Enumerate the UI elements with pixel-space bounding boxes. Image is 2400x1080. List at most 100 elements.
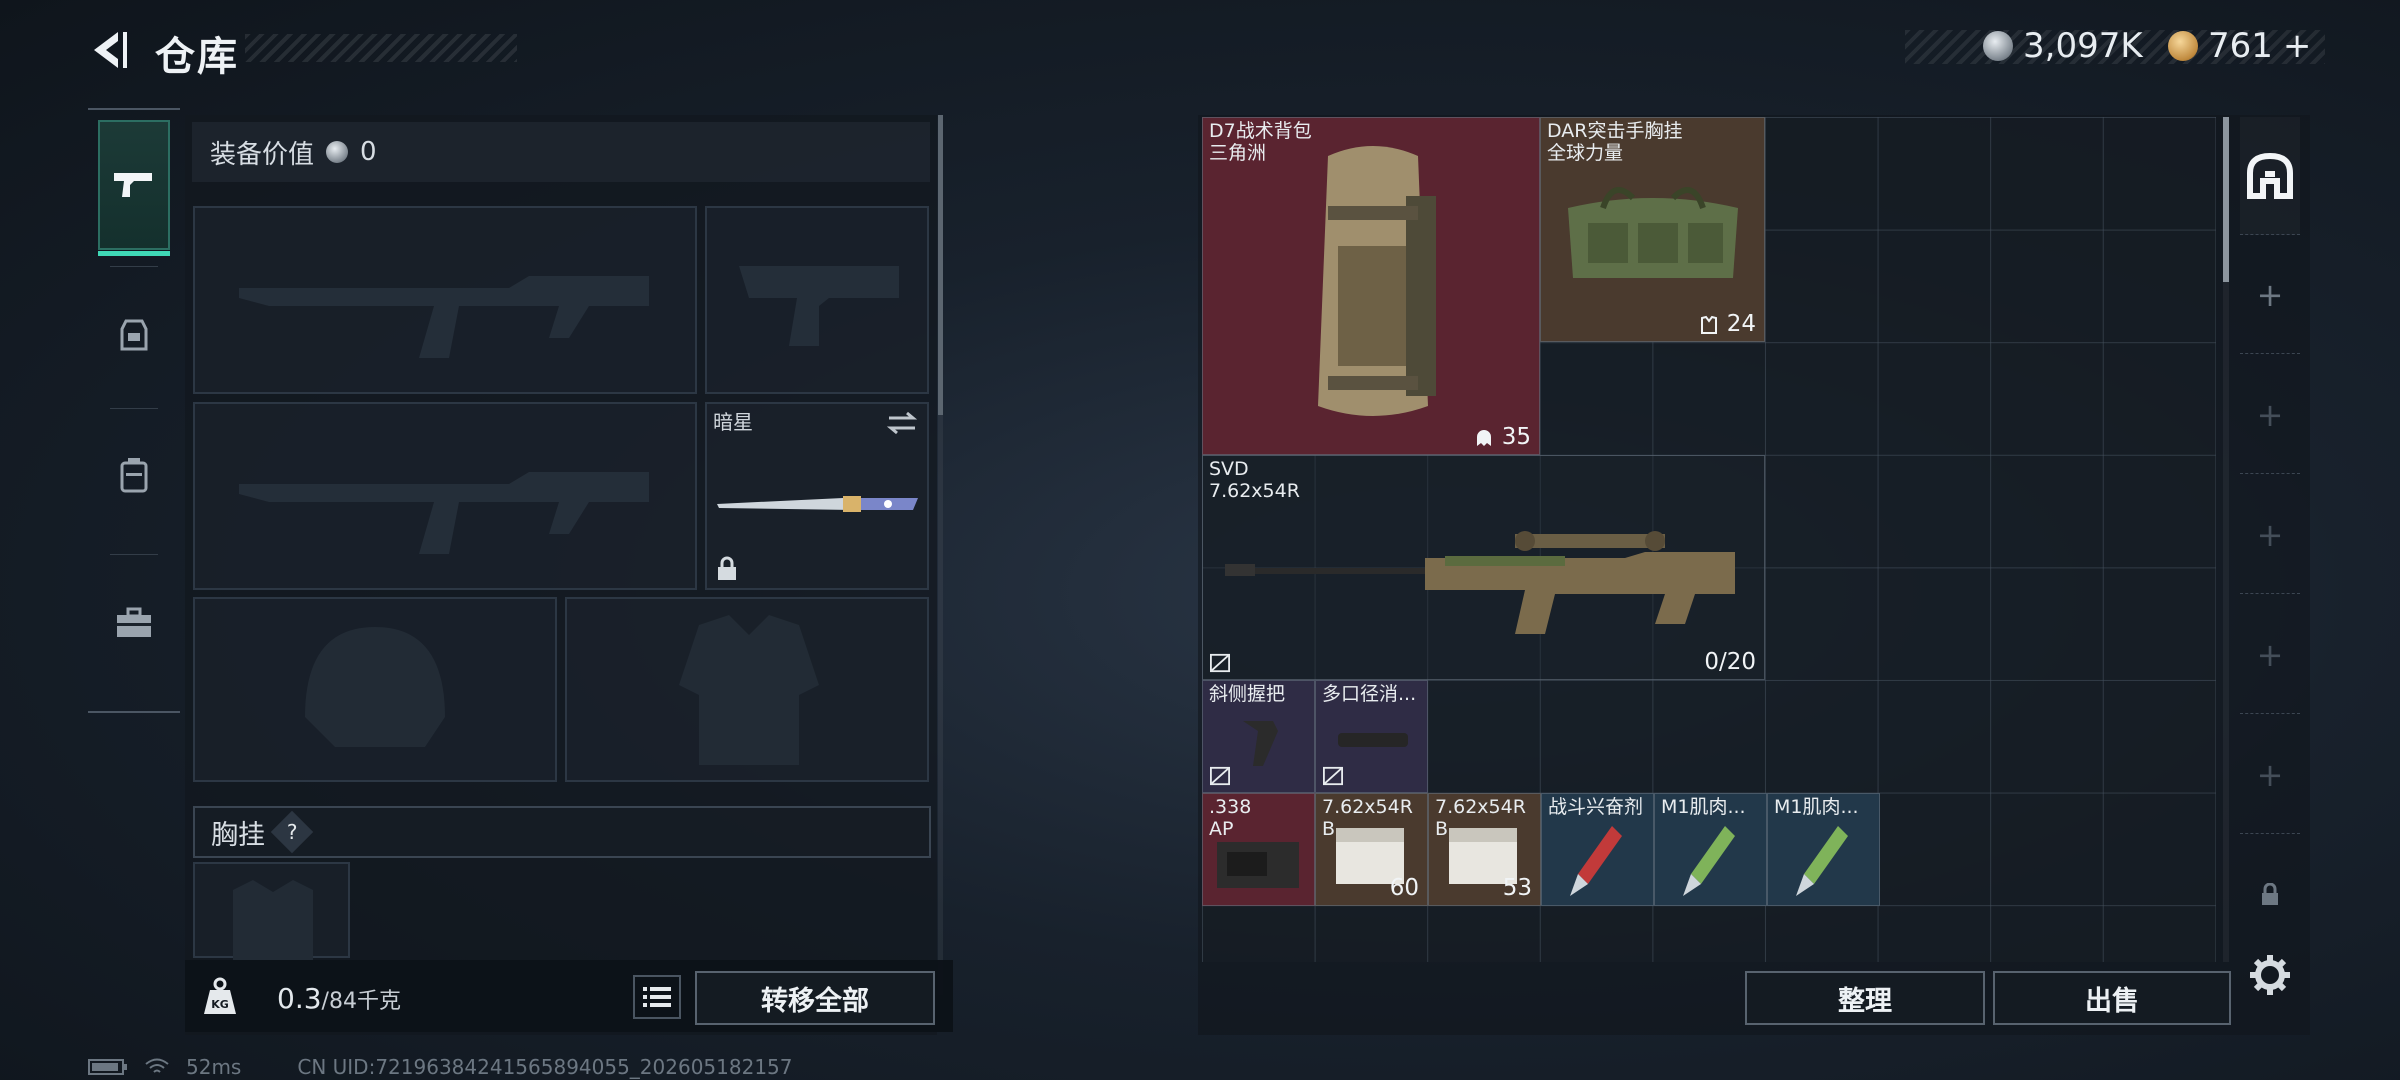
item-count: 53 bbox=[1502, 875, 1532, 901]
stash-grid[interactable]: D7战术背包 三角洲 35 DAR突击手胸挂 全球力量 24 SVD 7.62x… bbox=[1202, 117, 2216, 962]
secondary-rifle-slot[interactable] bbox=[193, 402, 697, 590]
pistol-silhouette-icon bbox=[739, 266, 899, 346]
vest-icon bbox=[1701, 315, 1718, 334]
ping-value: 52ms bbox=[186, 1055, 242, 1079]
category-armor[interactable] bbox=[98, 270, 170, 400]
syringe-green-item-icon bbox=[1796, 826, 1848, 896]
armor-bag-icon bbox=[120, 319, 148, 351]
vest-silhouette-icon bbox=[679, 615, 819, 765]
melee-label: 暗星 bbox=[713, 410, 753, 434]
stash-item-ammo-762-a[interactable]: 7.62x54R B 60 bbox=[1315, 793, 1428, 906]
item-count: 24 bbox=[1699, 311, 1756, 337]
stash-tab-add-1[interactable]: + bbox=[2240, 236, 2300, 354]
melee-slot[interactable]: 暗星 bbox=[705, 402, 929, 590]
unbound-icon bbox=[1210, 653, 1230, 673]
armor-slot[interactable] bbox=[565, 597, 929, 782]
item-ammo-count: 0/20 bbox=[1704, 649, 1756, 675]
currency-gold[interactable]: 761 + bbox=[2168, 26, 2311, 66]
backpack-item-icon bbox=[1318, 146, 1436, 416]
syringe-green-item-icon bbox=[1683, 826, 1735, 896]
equipment-value-bar: 装备价值 0 bbox=[192, 122, 930, 182]
lock-icon bbox=[718, 556, 736, 580]
wifi-icon bbox=[145, 1058, 169, 1073]
ghost-icon bbox=[1477, 429, 1492, 446]
swap-icon[interactable] bbox=[885, 410, 919, 436]
stash-home-icon bbox=[2247, 152, 2293, 199]
svg-text:KG: KG bbox=[211, 998, 229, 1011]
primary-weapon-slot[interactable] bbox=[193, 206, 697, 394]
stash-item-m1-a[interactable]: M1肌肉... bbox=[1654, 793, 1767, 906]
ammo-box-item-icon bbox=[1217, 842, 1299, 888]
grip-item-icon bbox=[1243, 721, 1278, 766]
category-sidebar bbox=[88, 108, 180, 713]
status-bar: 52ms CN UID:72196384241565894055_2026051… bbox=[88, 1055, 793, 1079]
stash-item-m1-b[interactable]: M1肌肉... bbox=[1767, 793, 1880, 906]
stash-item-ammo-338[interactable]: .338 AP bbox=[1202, 793, 1315, 906]
weight-max: /84千克 bbox=[321, 989, 401, 1014]
backpack-icon bbox=[120, 458, 148, 493]
unbound-icon bbox=[1323, 766, 1343, 786]
unbound-icon bbox=[1210, 766, 1230, 786]
title-decoration bbox=[245, 34, 517, 62]
equipment-value-label: 装备价值 bbox=[210, 139, 315, 170]
toolbox-icon bbox=[117, 607, 151, 637]
gold-coin-icon bbox=[2168, 31, 2198, 61]
stash-item-suppressor[interactable]: 多口径消... bbox=[1315, 680, 1428, 793]
stash-tab-add-2[interactable]: + bbox=[2240, 356, 2300, 474]
stash-item-dar-rig[interactable]: DAR突击手胸挂 全球力量 24 bbox=[1540, 117, 1765, 342]
page-title: 仓库 bbox=[155, 34, 239, 80]
item-name: M1肌肉... bbox=[1774, 796, 1859, 818]
item-count: 35 bbox=[1474, 424, 1531, 450]
syringe-red-item-icon bbox=[1570, 826, 1622, 896]
stash-item-grip[interactable]: 斜侧握把 bbox=[1202, 680, 1315, 793]
stash-item-stim[interactable]: 战斗兴奋剂 bbox=[1541, 793, 1654, 906]
chest-rig-item-icon bbox=[1568, 187, 1738, 278]
currency-silver-value: 3,097K bbox=[2023, 26, 2143, 66]
back-arrow-icon bbox=[94, 32, 127, 68]
weight-current: 0.3 bbox=[277, 982, 322, 1015]
equipment-scrollbar-thumb[interactable] bbox=[938, 115, 943, 415]
back-button[interactable] bbox=[88, 28, 132, 72]
rifle-silhouette-icon bbox=[239, 276, 649, 358]
rifle-item-icon bbox=[1225, 531, 1735, 634]
chest-rig-slot[interactable] bbox=[193, 862, 350, 960]
list-view-button[interactable] bbox=[633, 975, 681, 1019]
sort-button[interactable]: 整理 bbox=[1745, 971, 1985, 1025]
weight-kg-icon: KG bbox=[200, 976, 240, 1016]
helmet-slot[interactable] bbox=[193, 597, 557, 782]
chest-rig-label: 胸挂 bbox=[211, 819, 265, 851]
stash-tab-main[interactable] bbox=[2240, 117, 2300, 235]
sell-button[interactable]: 出售 bbox=[1993, 971, 2231, 1025]
category-toolbox[interactable] bbox=[98, 558, 170, 688]
suppressor-item-icon bbox=[1338, 733, 1408, 747]
category-weapons[interactable] bbox=[98, 120, 170, 256]
stash-tab-add-5[interactable]: + bbox=[2240, 716, 2300, 834]
add-icon: + bbox=[2256, 515, 2284, 554]
add-icon: + bbox=[2256, 755, 2284, 794]
secondary-weapon-slot[interactable] bbox=[705, 206, 929, 394]
helmet-silhouette-icon bbox=[305, 627, 445, 747]
pistol-icon bbox=[114, 173, 152, 197]
transfer-all-button[interactable]: 转移全部 bbox=[695, 971, 935, 1025]
user-uid: CN UID:72196384241565894055_202605182157 bbox=[297, 1055, 793, 1079]
stash-item-ammo-762-b[interactable]: 7.62x54R B 53 bbox=[1428, 793, 1541, 906]
item-name: D7战术背包 三角洲 bbox=[1209, 120, 1312, 164]
stash-tab-locked[interactable] bbox=[2240, 836, 2300, 954]
knife-icon bbox=[717, 496, 918, 512]
gear-icon bbox=[2250, 955, 2290, 995]
lock-icon bbox=[2262, 883, 2278, 905]
help-icon[interactable]: ? bbox=[270, 810, 314, 854]
settings-button[interactable] bbox=[2248, 953, 2292, 997]
stash-scrollbar-thumb[interactable] bbox=[2223, 117, 2229, 282]
currency-silver: 3,097K bbox=[1983, 26, 2143, 66]
silver-coin-icon bbox=[1983, 31, 2013, 61]
list-icon bbox=[643, 987, 671, 1007]
stash-tab-add-3[interactable]: + bbox=[2240, 476, 2300, 594]
stash-item-svd[interactable]: SVD 7.62x54R 0/20 bbox=[1202, 455, 1765, 680]
stash-item-d7-backpack[interactable]: D7战术背包 三角洲 35 bbox=[1202, 117, 1540, 455]
weight-readout: 0.3/84千克 bbox=[277, 982, 401, 1015]
currency-add-icon[interactable]: + bbox=[2283, 26, 2312, 66]
category-backpack[interactable] bbox=[98, 410, 170, 540]
battery-icon bbox=[88, 1059, 127, 1075]
stash-tab-add-4[interactable]: + bbox=[2240, 596, 2300, 714]
